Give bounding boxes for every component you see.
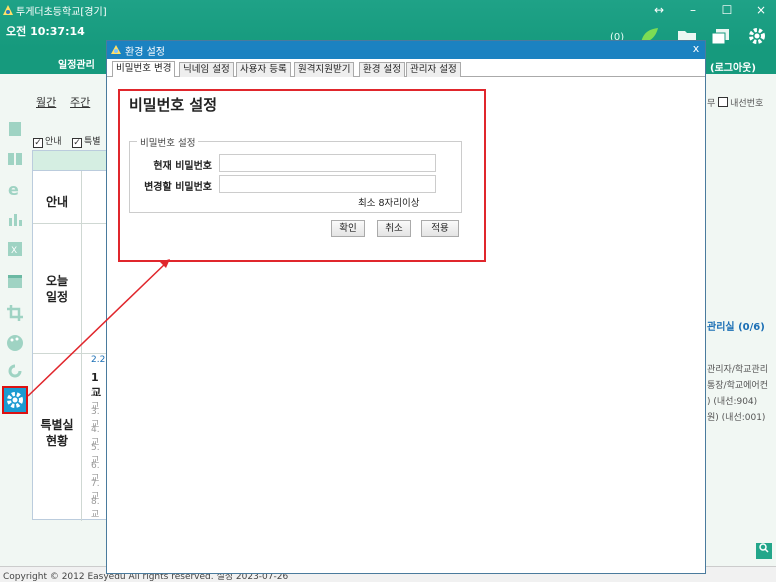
room-line: 관리자/학교관리 (707, 365, 768, 375)
section-title: 비밀번호 설정 (129, 96, 218, 114)
row-label-special-room: 특별실 현황 (40, 418, 74, 448)
close-button[interactable]: × (750, 2, 772, 18)
gear-icon[interactable] (746, 26, 768, 46)
swap-icon[interactable]: ↔ (648, 2, 670, 18)
view-weekly-link[interactable]: 주간 (70, 94, 90, 110)
app-logo-icon (3, 5, 13, 15)
schedule-grid: 안내 오늘 일정 특별실 현황 2.20 1교 2.교 3.교 4.교 5.교 … (32, 150, 111, 521)
password-fieldset: 비밀번호 설정 현재 비밀번호 변경할 비밀번호 최소 8자리이상 (129, 135, 462, 213)
fieldset-legend: 비밀번호 설정 (137, 135, 199, 149)
dialog-title: 환경 설정 (125, 47, 165, 58)
tab-admin[interactable]: 관리자 설정 (406, 62, 461, 77)
cancel-button[interactable]: 취소 (377, 220, 411, 237)
tab-remote-support[interactable]: 원격지원받기 (294, 62, 355, 77)
dialog-titlebar: 환경 설정 x (107, 41, 705, 59)
extension-checkbox[interactable]: 무 내선번호 (707, 96, 763, 109)
row-label-today: 오늘 일정 (45, 274, 69, 304)
logout-link[interactable]: (로그아웃) (710, 59, 756, 74)
room-line: ) (내선:904) (707, 397, 758, 407)
windows-icon[interactable] (710, 26, 732, 46)
period-8: 8.교 (91, 497, 100, 520)
book-icon[interactable] (6, 150, 24, 168)
view-monthly-link[interactable]: 월간 (36, 94, 56, 110)
document-icon[interactable] (6, 120, 24, 138)
svg-text:e: e (8, 180, 19, 198)
chart-icon[interactable] (6, 210, 24, 228)
room-line: 통장/학교에어컨 (707, 381, 768, 391)
filter-notice-checkbox[interactable]: ✓ 안내 (33, 134, 62, 148)
search-icon (759, 543, 769, 553)
new-password-input[interactable] (219, 175, 436, 193)
tab-nickname[interactable]: 닉네임 설정 (179, 62, 234, 77)
refresh-icon[interactable] (6, 362, 24, 380)
gear-icon (7, 392, 23, 408)
maximize-button[interactable]: ☐ (716, 2, 738, 18)
tab-password-change[interactable]: 비밀번호 변경 (112, 61, 176, 77)
current-password-label: 현재 비밀번호 (153, 161, 212, 172)
palette-icon[interactable] (6, 334, 24, 352)
password-panel: 비밀번호 설정 비밀번호 설정 현재 비밀번호 변경할 비밀번호 최소 8자리이… (118, 89, 486, 262)
menu-item-schedule[interactable]: 일정관리 (58, 56, 95, 71)
search-button[interactable] (756, 543, 772, 559)
row-label-notice: 안내 (45, 195, 69, 209)
settings-sidebar-button[interactable] (2, 386, 28, 414)
filter-special-checkbox[interactable]: ✓ 특별 (72, 134, 101, 148)
calendar-icon[interactable] (6, 272, 24, 290)
minimize-button[interactable]: – (682, 2, 704, 18)
dialog-app-icon (111, 45, 121, 54)
password-hint: 최소 8자리이상 (358, 198, 420, 209)
tab-user-register[interactable]: 사용자 등록 (236, 62, 291, 77)
spreadsheet-icon[interactable]: X (6, 240, 24, 258)
confirm-button[interactable]: 확인 (331, 220, 365, 237)
grid-header (33, 151, 109, 171)
svg-text:X: X (11, 246, 17, 256)
clock: 오전 10:37:14 (6, 25, 85, 38)
settings-dialog: 환경 설정 x 비밀번호 변경 닉네임 설정 사용자 등록 원격지원받기 환경 … (106, 40, 706, 574)
apply-button[interactable]: 적용 (421, 220, 459, 237)
dialog-tabs: 비밀번호 변경 닉네임 설정 사용자 등록 원격지원받기 환경 설정 관리자 설… (107, 59, 705, 77)
app-title: 투게더초등학교[경기] (16, 7, 107, 18)
browser-icon[interactable]: e (6, 180, 24, 198)
tab-environment[interactable]: 환경 설정 (359, 62, 405, 77)
dialog-close-button[interactable]: x (689, 42, 703, 55)
room-status-title: 관리실 (0/6) (707, 322, 765, 333)
room-line: 원) (내선:001) (707, 413, 766, 423)
new-password-label: 변경할 비밀번호 (144, 182, 212, 193)
current-password-input[interactable] (219, 154, 436, 172)
crop-icon[interactable] (6, 304, 24, 322)
